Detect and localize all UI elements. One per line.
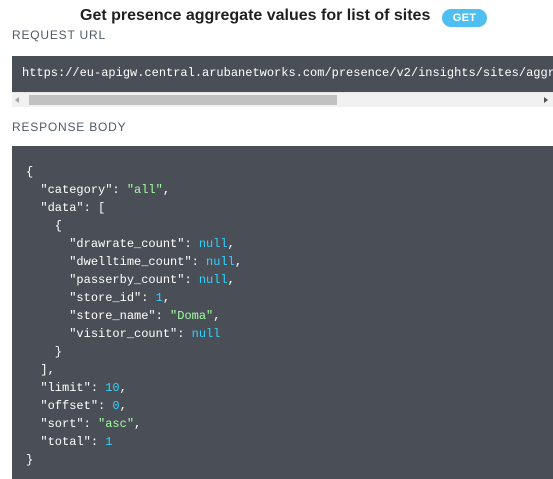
json-string-value: "all" xyxy=(126,183,163,197)
json-key: "data" xyxy=(40,201,84,215)
json-punctuation: } xyxy=(26,453,34,467)
json-punctuation xyxy=(26,237,69,251)
json-punctuation xyxy=(26,435,40,449)
json-literal-value: 1 xyxy=(105,435,113,449)
request-url-text[interactable]: https://eu-apigw.central.arubanetworks.c… xyxy=(22,66,553,80)
scrollbar-thumb[interactable] xyxy=(29,95,337,105)
json-punctuation: , xyxy=(134,417,142,431)
json-punctuation: : xyxy=(112,183,127,197)
json-literal-value: 0 xyxy=(112,399,120,413)
json-punctuation xyxy=(26,399,40,413)
code-line: } xyxy=(26,343,242,361)
json-literal-value: null xyxy=(198,237,228,251)
json-punctuation xyxy=(26,417,40,431)
json-literal-value: 1 xyxy=(155,291,163,305)
code-line: "limit": 10, xyxy=(26,379,242,397)
json-literal-value: 10 xyxy=(105,381,120,395)
json-punctuation: , xyxy=(119,381,127,395)
json-key: "category" xyxy=(40,183,113,197)
json-punctuation: , xyxy=(162,291,171,305)
json-punctuation xyxy=(26,273,69,287)
json-literal-value: null xyxy=(198,273,228,287)
json-punctuation: , xyxy=(234,255,243,269)
json-punctuation: , xyxy=(119,399,127,413)
code-line: "store_id": 1, xyxy=(26,289,242,307)
json-string-value: "asc" xyxy=(98,417,135,431)
code-line: "drawrate_count": null, xyxy=(26,235,242,253)
json-punctuation: : xyxy=(141,291,156,305)
json-punctuation: , xyxy=(162,183,171,197)
json-punctuation xyxy=(26,183,40,197)
code-line: { xyxy=(26,217,242,235)
json-punctuation: : xyxy=(90,435,106,449)
response-json-code[interactable]: { "category": "all", "data": [ { "drawra… xyxy=(26,163,242,469)
response-body-label: RESPONSE BODY xyxy=(12,120,127,134)
json-punctuation xyxy=(26,381,40,395)
horizontal-scrollbar[interactable] xyxy=(12,92,553,107)
json-key: "offset" xyxy=(40,399,99,413)
json-punctuation: : [ xyxy=(83,201,106,215)
code-line: ], xyxy=(26,361,242,379)
json-punctuation xyxy=(26,291,69,305)
json-punctuation: : xyxy=(90,381,106,395)
scroll-right-arrow-icon[interactable] xyxy=(544,97,548,103)
http-method-badge[interactable]: GET xyxy=(442,9,487,27)
response-body-panel: { "category": "all", "data": [ { "drawra… xyxy=(12,146,553,479)
code-line: "total": 1 xyxy=(26,433,242,451)
json-key: "store_name" xyxy=(69,309,156,323)
json-key: "drawrate_count" xyxy=(69,237,185,251)
json-punctuation: : xyxy=(191,255,207,269)
code-line: "dwelltime_count": null, xyxy=(26,253,242,271)
code-line: "visitor_count": null xyxy=(26,325,242,343)
json-punctuation: } xyxy=(26,345,63,359)
endpoint-title: Get presence aggregate values for list o… xyxy=(80,7,431,24)
code-line: "category": "all", xyxy=(26,181,242,199)
json-key: "passerby_count" xyxy=(69,273,185,287)
scroll-left-arrow-icon[interactable] xyxy=(15,97,19,103)
json-punctuation: , xyxy=(227,237,235,251)
json-punctuation: ], xyxy=(26,363,55,377)
code-line: "data": [ xyxy=(26,199,242,217)
json-punctuation: : xyxy=(98,399,113,413)
json-punctuation: { xyxy=(26,165,34,179)
json-punctuation xyxy=(26,255,69,269)
json-punctuation: , xyxy=(227,273,235,287)
json-literal-value: null xyxy=(191,327,221,341)
code-line: "passerby_count": null, xyxy=(26,271,242,289)
json-punctuation: , xyxy=(213,309,221,323)
json-punctuation xyxy=(26,309,69,323)
json-punctuation xyxy=(26,201,40,215)
request-url-label: REQUEST URL xyxy=(12,28,106,42)
json-key: "limit" xyxy=(40,381,91,395)
code-line: "offset": 0, xyxy=(26,397,242,415)
json-punctuation: : xyxy=(83,417,99,431)
json-punctuation: : xyxy=(155,309,171,323)
json-key: "dwelltime_count" xyxy=(69,255,192,269)
code-line: } xyxy=(26,451,242,469)
json-punctuation: : xyxy=(177,327,192,341)
json-punctuation: { xyxy=(26,219,63,233)
json-key: "visitor_count" xyxy=(69,327,178,341)
json-key: "total" xyxy=(40,435,91,449)
json-punctuation xyxy=(26,327,69,341)
request-url-panel: https://eu-apigw.central.arubanetworks.c… xyxy=(12,56,553,92)
code-line: "sort": "asc", xyxy=(26,415,242,433)
code-line: "store_name": "Doma", xyxy=(26,307,242,325)
code-line: { xyxy=(26,163,242,181)
json-key: "store_id" xyxy=(69,291,142,305)
endpoint-header: Get presence aggregate values for list o… xyxy=(0,4,553,30)
json-string-value: "Doma" xyxy=(170,309,214,323)
json-key: "sort" xyxy=(40,417,84,431)
json-punctuation: : xyxy=(184,273,199,287)
json-punctuation: : xyxy=(184,237,199,251)
json-literal-value: null xyxy=(206,255,235,269)
